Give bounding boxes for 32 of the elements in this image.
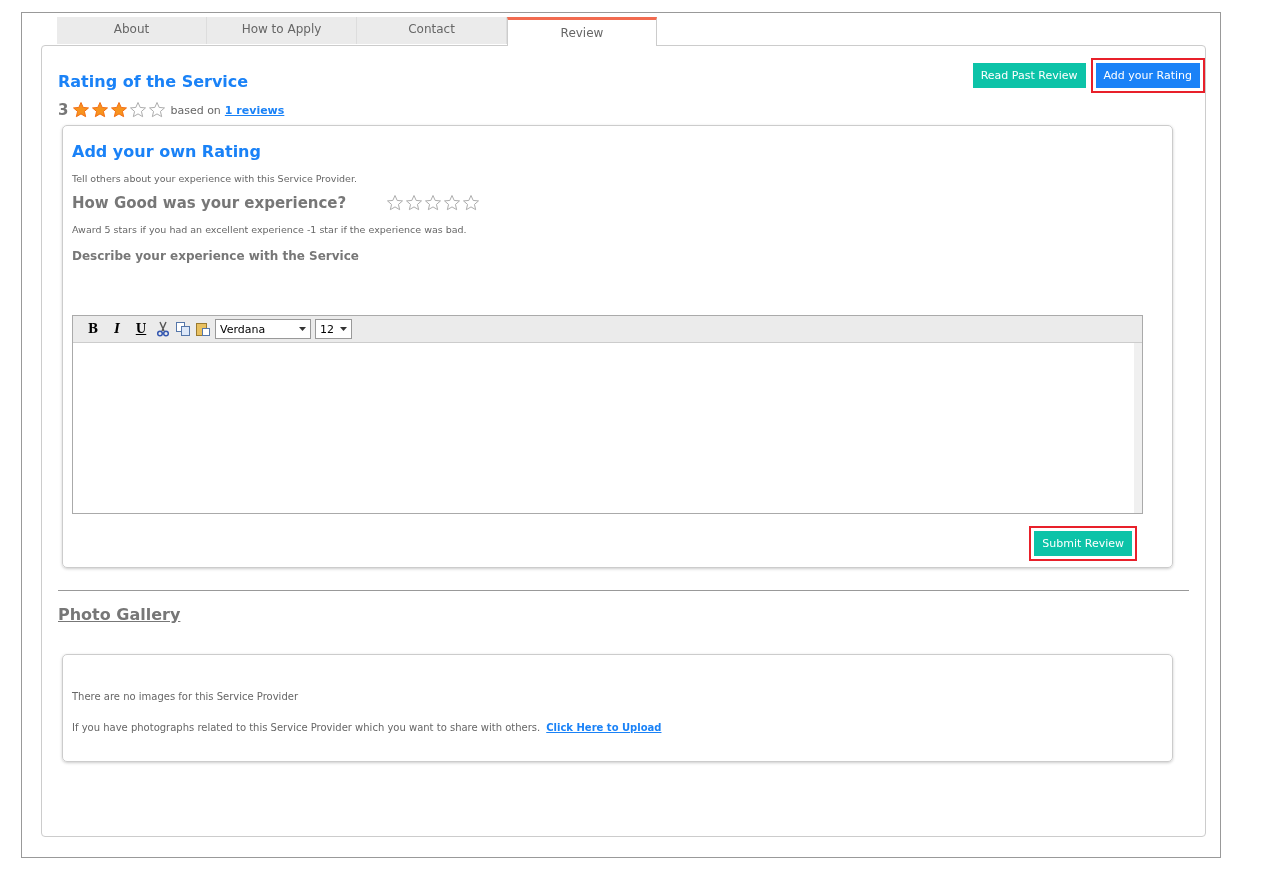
intro-text: Tell others about your experience with this Service Provider. (72, 173, 358, 184)
share-text: If you have photographs related to this Service Provider which you want to share with others. (72, 722, 541, 733)
caret-icon (299, 327, 306, 331)
reviews-link[interactable]: 1 reviews (224, 103, 285, 117)
empty-gallery-text: There are no images for this Service Provider (72, 691, 299, 702)
tab[interactable]: How to Apply (207, 17, 357, 44)
upload-link[interactable]: Click Here to Upload (546, 722, 662, 733)
add-rating-button[interactable]: Add your Rating (1095, 63, 1200, 88)
rich-text-editor[interactable]: B I U Verdana 12 (72, 315, 1143, 514)
filled-star-icon (72, 101, 91, 119)
hint-text: Award 5 stars if you had an excellent experience -1 star if the experience was bad. (72, 224, 468, 235)
rating-score: 3 (58, 101, 69, 119)
scissors-icon[interactable] (155, 321, 171, 337)
describe-label: Describe your experience with the Service (72, 249, 360, 263)
tab[interactable]: About (57, 17, 207, 44)
tab[interactable]: Review (507, 17, 657, 46)
tab[interactable]: Contact (357, 17, 507, 44)
section-title: Rating of the Service (58, 72, 250, 91)
bold-button[interactable]: B (83, 322, 103, 336)
filled-star-icon (91, 101, 110, 119)
caret-icon (340, 327, 347, 331)
based-on-text: based on (170, 103, 221, 117)
font-select[interactable]: Verdana (215, 319, 311, 339)
gallery-title: Photo Gallery (58, 605, 182, 624)
size-select[interactable]: 12 (315, 319, 352, 339)
paste-icon[interactable] (195, 321, 211, 337)
card-title: Add your own Rating (72, 142, 262, 161)
question-text: How Good was your experience? (72, 194, 347, 212)
italic-button[interactable]: I (107, 322, 127, 336)
underline-button[interactable]: U (131, 322, 151, 336)
copy-icon[interactable] (175, 321, 191, 337)
filled-star-icon (110, 101, 129, 119)
